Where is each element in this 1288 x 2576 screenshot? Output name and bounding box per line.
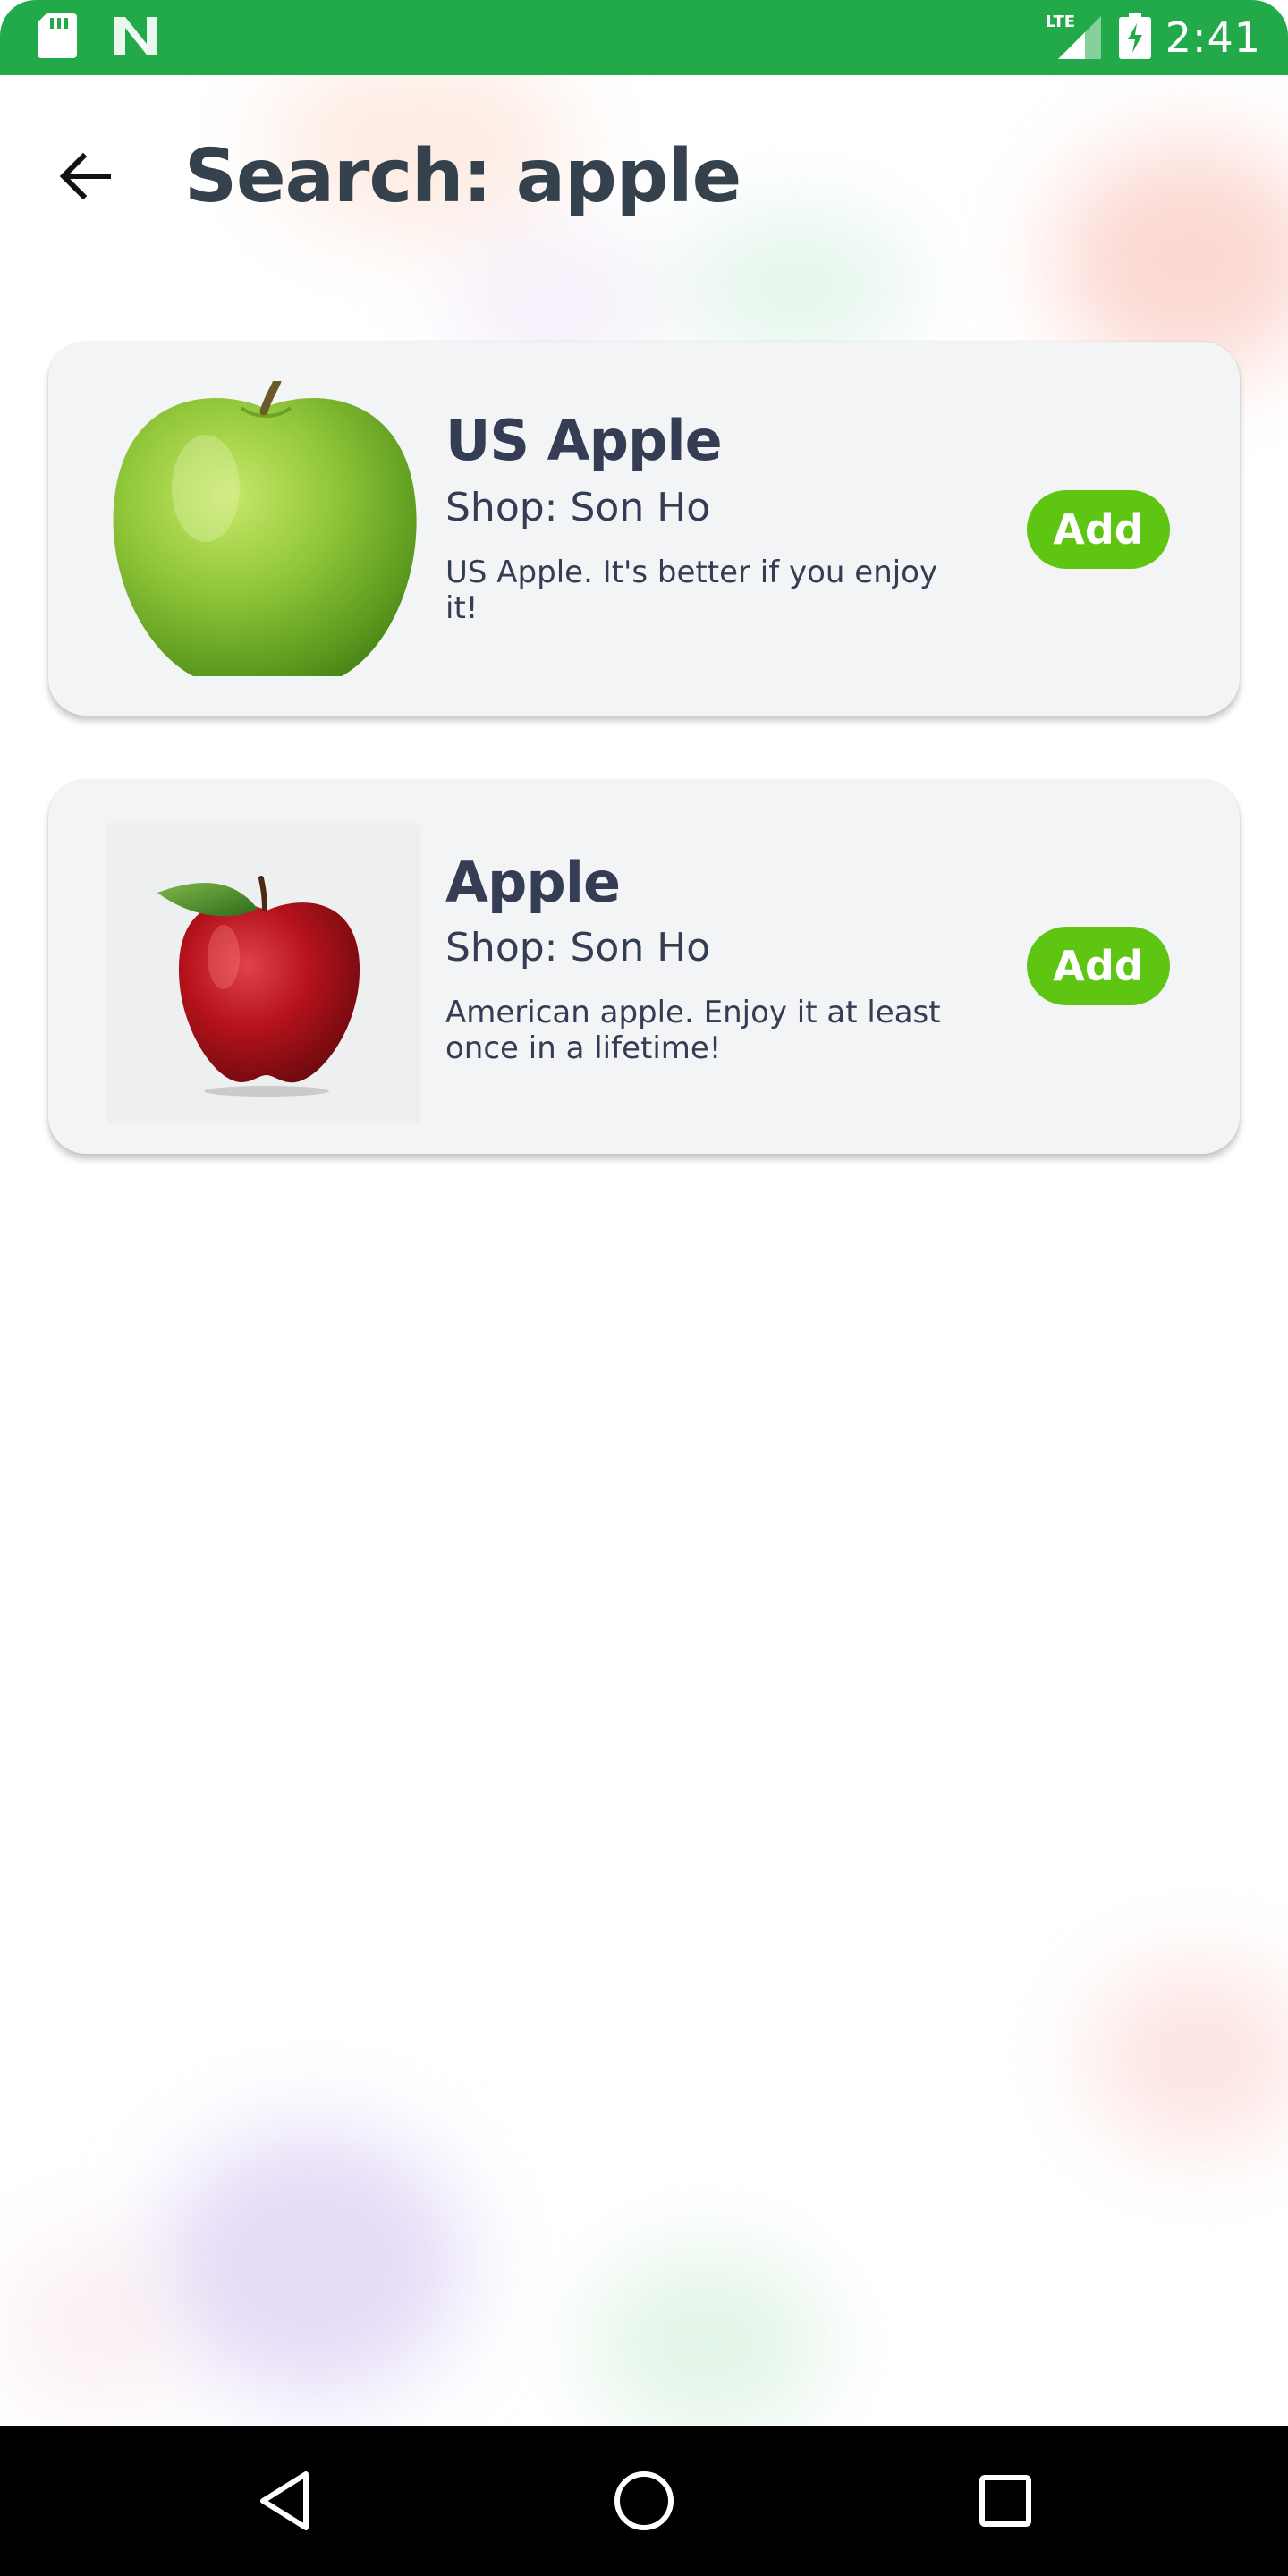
product-description: American apple. Enjoy it at least once i… bbox=[445, 995, 941, 1066]
product-name: Apple bbox=[445, 850, 621, 915]
product-shop: Shop: Son Ho bbox=[445, 485, 711, 530]
svg-text:LTE: LTE bbox=[1046, 13, 1075, 31]
red-apple-image bbox=[107, 823, 420, 1123]
back-button[interactable] bbox=[45, 138, 125, 218]
nav-back-button[interactable] bbox=[240, 2458, 329, 2547]
background-blob bbox=[161, 2129, 465, 2397]
lte-signal-icon: LTE bbox=[1046, 11, 1105, 65]
add-button[interactable]: Add bbox=[1027, 490, 1170, 569]
home-circle-icon bbox=[612, 2469, 676, 2538]
arrow-left-icon bbox=[56, 148, 114, 209]
status-time: 2:41 bbox=[1165, 13, 1261, 62]
background-blob bbox=[590, 2254, 823, 2433]
product-shop: Shop: Son Ho bbox=[445, 925, 711, 970]
header: Search: apple bbox=[0, 75, 1288, 281]
navigation-bar bbox=[0, 2426, 1288, 2576]
product-card[interactable]: Apple Shop: Son Ho American apple. Enjoy… bbox=[48, 780, 1240, 1154]
green-apple-image bbox=[107, 381, 420, 682]
back-triangle-icon bbox=[256, 2469, 313, 2538]
status-bar: LTE 2:41 bbox=[0, 0, 1288, 75]
page-title: Search: apple bbox=[184, 134, 741, 219]
recents-square-icon bbox=[977, 2472, 1034, 2534]
background-blob bbox=[0, 2236, 179, 2415]
add-button[interactable]: Add bbox=[1027, 927, 1170, 1005]
background-blob bbox=[1091, 1968, 1288, 2147]
sd-card-icon bbox=[38, 13, 77, 63]
product-description: US Apple. It's better if you enjoy it! bbox=[445, 555, 938, 626]
battery-charging-icon bbox=[1118, 12, 1151, 64]
nav-home-button[interactable] bbox=[599, 2458, 689, 2547]
n-notification-icon bbox=[113, 15, 159, 61]
nav-recents-button[interactable] bbox=[961, 2458, 1050, 2547]
product-card[interactable]: US Apple Shop: Son Ho US Apple. It's bet… bbox=[48, 342, 1240, 716]
product-name: US Apple bbox=[445, 408, 723, 473]
